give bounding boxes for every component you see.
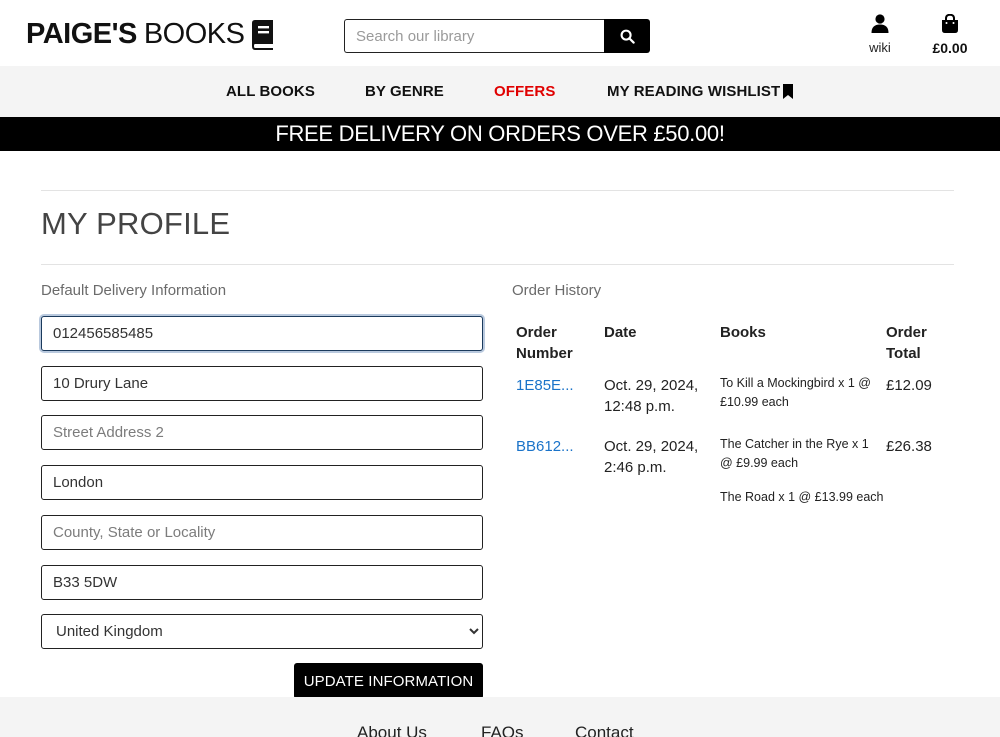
account-username: wiki bbox=[869, 40, 891, 55]
county-field[interactable] bbox=[41, 515, 483, 550]
site-footer: About Us FAQs Contact bbox=[0, 697, 1000, 737]
divider bbox=[41, 264, 954, 265]
order-number-link[interactable]: 1E85E... bbox=[516, 377, 574, 394]
table-row-2-number: BB612... bbox=[516, 436, 574, 457]
shopping-bag-icon bbox=[942, 13, 958, 33]
nav-reading-wishlist[interactable]: MY READING WISHLIST bbox=[607, 83, 794, 100]
site-header: PAIGE'S BOOKS wiki bbox=[0, 0, 1000, 66]
page-title: MY PROFILE bbox=[41, 206, 231, 241]
search-icon bbox=[620, 29, 635, 44]
brand-name-bold: PAIGE'S bbox=[26, 18, 137, 50]
postcode-field[interactable] bbox=[41, 565, 483, 600]
my-account-link[interactable]: wiki bbox=[860, 14, 900, 55]
nav-all-books[interactable]: ALL BOOKS bbox=[226, 83, 315, 100]
table-row-1-total: £12.09 bbox=[886, 377, 932, 394]
phone-number-field[interactable] bbox=[41, 316, 483, 351]
shopping-bag-link[interactable]: £0.00 bbox=[924, 13, 976, 56]
nav-offers[interactable]: OFFERS bbox=[494, 83, 555, 100]
table-row-1-number: 1E85E... bbox=[516, 375, 574, 396]
table-row-2-book-1: The Catcher in the Rye x 1 @ £9.99 each bbox=[720, 437, 869, 470]
free-delivery-banner: FREE DELIVERY ON ORDERS OVER £50.00! bbox=[0, 117, 1000, 151]
nav-by-genre[interactable]: BY GENRE bbox=[365, 83, 444, 100]
footer-link-about-us[interactable]: About Us bbox=[357, 723, 427, 737]
column-header-order-number: Order Number bbox=[516, 324, 573, 362]
search-button[interactable] bbox=[604, 19, 650, 53]
update-information-button[interactable]: UPDATE INFORMATION bbox=[294, 663, 483, 699]
delivery-info-heading: Default Delivery Information bbox=[41, 282, 227, 299]
column-header-order-total: Order Total bbox=[886, 324, 927, 362]
user-icon bbox=[871, 14, 889, 33]
country-select[interactable]: United Kingdom bbox=[41, 614, 483, 649]
column-header-books: Books bbox=[720, 324, 766, 341]
table-row-2-total: £26.38 bbox=[886, 438, 932, 455]
order-number-link[interactable]: BB612... bbox=[516, 438, 574, 455]
street-address-2-field[interactable] bbox=[41, 415, 483, 450]
brand-logo[interactable]: PAIGE'S BOOKS bbox=[26, 18, 275, 51]
town-city-field[interactable] bbox=[41, 465, 483, 500]
table-row-1-date: Oct. 29, 2024, 12:48 p.m. bbox=[604, 377, 699, 415]
order-history-heading: Order History bbox=[512, 282, 602, 299]
search-input[interactable] bbox=[344, 19, 604, 53]
search-bar bbox=[344, 19, 650, 53]
brand-name-light: BOOKS bbox=[143, 18, 245, 50]
bag-total: £0.00 bbox=[932, 40, 968, 56]
column-header-date: Date bbox=[604, 324, 637, 341]
table-row-2-book-2: The Road x 1 @ £13.99 each bbox=[720, 490, 884, 504]
table-row-1-book: To Kill a Mockingbird x 1 @ £10.99 each bbox=[720, 376, 871, 409]
street-address-1-field[interactable] bbox=[41, 366, 483, 401]
divider bbox=[41, 190, 954, 191]
nav-wishlist-label: MY READING WISHLIST bbox=[607, 83, 781, 100]
footer-link-contact[interactable]: Contact bbox=[575, 723, 634, 737]
table-row-2-date: Oct. 29, 2024, 2:46 p.m. bbox=[604, 438, 699, 476]
book-icon bbox=[249, 19, 275, 50]
footer-link-faqs[interactable]: FAQs bbox=[481, 723, 524, 737]
main-nav: ALL BOOKS BY GENRE OFFERS MY READING WIS… bbox=[0, 66, 1000, 117]
bookmark-icon bbox=[783, 84, 794, 99]
